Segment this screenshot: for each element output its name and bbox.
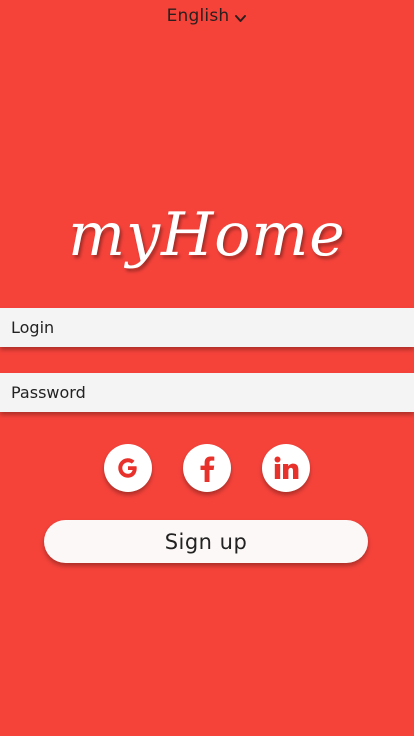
facebook-icon [194,453,220,483]
chevron-down-icon [234,10,247,23]
language-label: English [166,6,230,26]
linkedin-login-button[interactable] [262,444,310,492]
login-input[interactable] [0,308,414,347]
password-input[interactable] [0,373,414,412]
facebook-login-button[interactable] [183,444,231,492]
linkedin-icon [272,455,300,481]
google-icon [115,455,141,481]
social-login-group [0,444,414,492]
signup-button[interactable]: Sign up [44,520,368,563]
language-selector[interactable]: English [0,6,414,26]
google-login-button[interactable] [104,444,152,492]
app-logo: myHome [68,200,346,270]
